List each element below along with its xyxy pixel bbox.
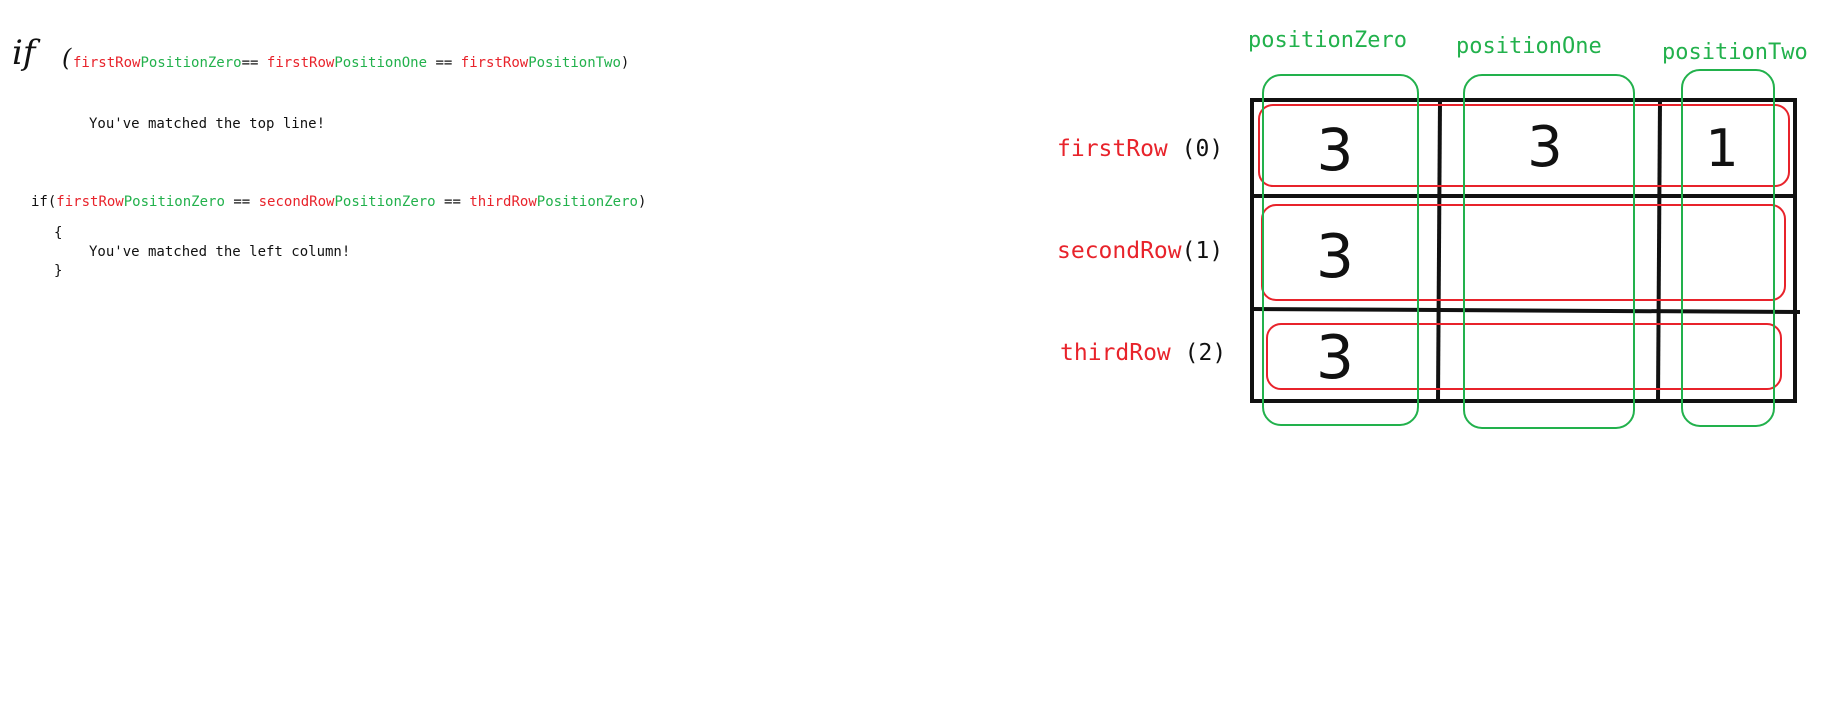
grid-hline-2 — [1251, 307, 1801, 314]
grid-cells: 3 3 1 3 3 — [1316, 115, 1739, 393]
cell-1-0: 3 — [1316, 222, 1354, 292]
cell-0-1: 3 — [1527, 115, 1563, 180]
grid-vline-2 — [1656, 99, 1662, 402]
tic-tac-toe-grid-diagram: 3 3 1 3 3 — [1250, 69, 1801, 429]
cell-2-0: 3 — [1316, 323, 1354, 393]
cell-0-0: 3 — [1317, 116, 1354, 184]
cell-0-2: 1 — [1705, 119, 1738, 179]
grid-vline-1 — [1436, 99, 1442, 402]
